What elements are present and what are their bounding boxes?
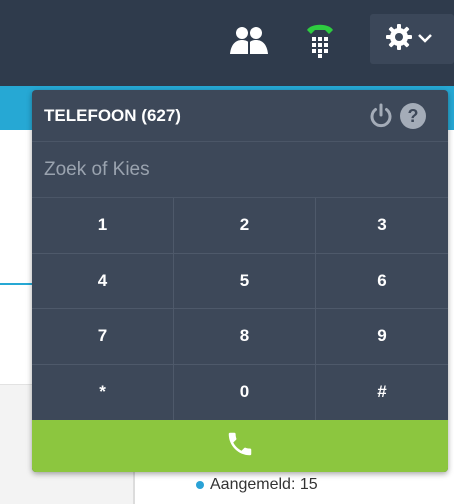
call-button[interactable] [32,420,448,472]
keypad: 1 2 3 4 5 6 7 8 9 * 0 # [32,198,448,420]
contacts-icon[interactable] [228,20,270,60]
status-line: Aangemeld: 15 [196,476,318,494]
search-dial-input[interactable] [32,142,448,197]
top-bar [0,0,454,86]
key-7[interactable]: 7 [32,309,174,365]
phone-dialpad-icon[interactable] [302,16,338,64]
key-2[interactable]: 2 [174,198,316,254]
panel-title: TELEFOON (627) [44,105,181,125]
phone-call-icon [225,429,255,464]
key-star[interactable]: * [32,364,174,420]
status-dot [196,481,204,489]
search-row [32,142,448,198]
panel-header: TELEFOON (627) ? [32,90,448,142]
help-icon[interactable]: ? [400,103,426,129]
key-4[interactable]: 4 [32,253,174,309]
key-8[interactable]: 8 [174,309,316,365]
key-9[interactable]: 9 [316,309,448,365]
chevron-down-icon [418,30,432,48]
settings-dropdown-button[interactable] [370,14,454,64]
key-6[interactable]: 6 [316,254,448,309]
key-5[interactable]: 5 [174,253,316,309]
status-text: Aangemeld: 15 [210,476,318,493]
key-3[interactable]: 3 [316,198,448,254]
power-icon[interactable] [368,103,394,129]
key-hash[interactable]: # [316,365,448,421]
key-1[interactable]: 1 [32,198,174,254]
gear-icon [386,23,412,55]
key-0[interactable]: 0 [174,364,316,420]
phone-dialer-panel: TELEFOON (627) ? 1 2 3 4 5 6 7 8 9 * 0 # [32,90,448,472]
